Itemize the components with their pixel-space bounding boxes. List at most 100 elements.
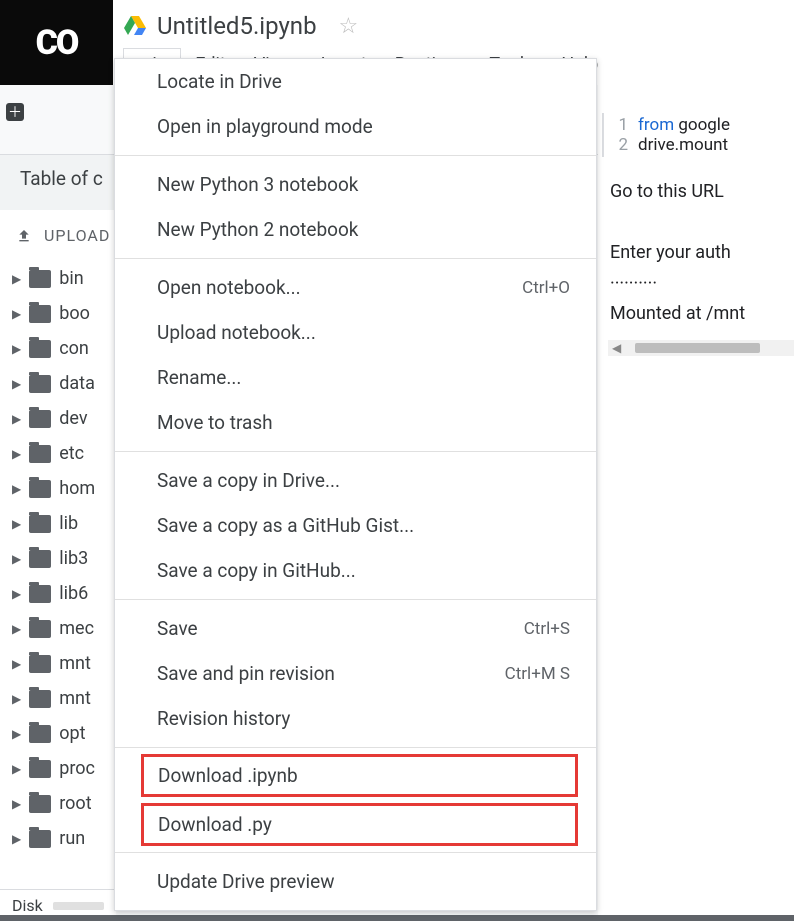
chevron-right-icon: ▶ xyxy=(12,587,21,601)
scrollbar-thumb[interactable] xyxy=(635,343,760,353)
tree-item[interactable]: ▶ mec xyxy=(12,611,116,646)
code-keyword: from xyxy=(638,115,674,135)
tree-label: dev xyxy=(59,408,87,429)
tree-label: hom xyxy=(59,478,95,499)
file-tree: ▶bin ▶boo ▶con ▶data ▶dev ▶etc ▶hom ▶lib… xyxy=(0,257,116,889)
toc-title: Table of c xyxy=(0,155,116,210)
tree-item[interactable]: ▶root xyxy=(12,786,116,821)
tree-label: bin xyxy=(59,268,83,289)
chevron-right-icon: ▶ xyxy=(12,272,21,286)
chevron-right-icon: ▶ xyxy=(12,692,21,706)
scroll-arrow-left-icon[interactable]: ◀ xyxy=(612,341,621,355)
folder-icon xyxy=(29,480,51,498)
folder-icon xyxy=(29,690,51,708)
menu-rename[interactable]: Rename... xyxy=(115,355,596,400)
output-line: Go to this URL xyxy=(610,181,728,202)
menu-download-py[interactable]: Download .py xyxy=(141,803,578,846)
tree-item[interactable]: ▶ data xyxy=(12,366,116,401)
menu-save-github[interactable]: Save a copy in GitHub... xyxy=(115,548,596,593)
folder-icon xyxy=(29,795,51,813)
menu-upload-notebook[interactable]: Upload notebook... xyxy=(115,310,596,355)
chevron-right-icon: ▶ xyxy=(12,797,21,811)
file-menu-dropdown: Locate in Drive Open in playground mode … xyxy=(114,58,597,911)
menu-separator xyxy=(115,747,596,748)
horizontal-scrollbar[interactable]: ◀ xyxy=(608,340,794,356)
tree-item[interactable]: ▶opt xyxy=(12,716,116,751)
shortcut-label: Ctrl+M S xyxy=(505,664,570,684)
menu-revision-history[interactable]: Revision history xyxy=(115,696,596,741)
menu-separator xyxy=(115,599,596,600)
tree-label: mnt xyxy=(59,653,91,674)
chevron-right-icon: ▶ xyxy=(12,482,21,496)
folder-icon xyxy=(29,270,51,288)
code-text: drive.mount xyxy=(638,135,728,155)
tree-item[interactable]: ▶mnt xyxy=(12,681,116,716)
tree-item[interactable]: ▶dev xyxy=(12,401,116,436)
tree-item[interactable]: ▶run xyxy=(12,821,116,856)
tree-item[interactable]: ▶ lib6 xyxy=(12,576,116,611)
chevron-right-icon: ▶ xyxy=(12,552,21,566)
chevron-right-icon: ▶ xyxy=(12,517,21,531)
colab-logo: CO xyxy=(0,0,113,85)
folder-icon xyxy=(29,550,51,568)
line-number: 2 xyxy=(616,135,638,155)
add-cell-icon[interactable]: ＋ xyxy=(6,103,24,121)
folder-icon xyxy=(29,375,51,393)
tree-label: mec xyxy=(59,618,94,639)
disk-bar xyxy=(53,902,104,910)
chevron-right-icon: ▶ xyxy=(12,727,21,741)
menu-update-drive-preview[interactable]: Update Drive preview xyxy=(115,859,596,904)
menu-download-ipynb[interactable]: Download .ipynb xyxy=(141,754,578,797)
shortcut-label: Ctrl+O xyxy=(522,278,570,298)
menu-save-gist[interactable]: Save a copy as a GitHub Gist... xyxy=(115,503,596,548)
menu-separator xyxy=(115,852,596,853)
folder-icon xyxy=(29,620,51,638)
tree-item[interactable]: ▶boo xyxy=(12,296,116,331)
folder-icon xyxy=(29,340,51,358)
tree-item[interactable]: ▶ bin xyxy=(12,261,116,296)
tree-item[interactable]: ▶ mnt xyxy=(12,646,116,681)
line-number: 1 xyxy=(616,115,638,135)
menu-open-playground[interactable]: Open in playground mode xyxy=(115,104,596,149)
folder-icon xyxy=(29,410,51,428)
folder-icon xyxy=(29,305,51,323)
menu-new-py2[interactable]: New Python 2 notebook xyxy=(115,207,596,252)
tree-item[interactable]: ▶proc xyxy=(12,751,116,786)
document-title[interactable]: Untitled5.ipynb xyxy=(157,12,317,40)
chevron-right-icon: ▶ xyxy=(12,832,21,846)
tree-item[interactable]: ▶ hom xyxy=(12,471,116,506)
chevron-right-icon: ▶ xyxy=(12,657,21,671)
disk-label: Disk xyxy=(12,896,43,915)
menu-locate-in-drive[interactable]: Locate in Drive xyxy=(115,59,596,104)
folder-icon xyxy=(29,830,51,848)
menu-save-pin[interactable]: Save and pin revisionCtrl+M S xyxy=(115,651,596,696)
tree-item[interactable]: ▶con xyxy=(12,331,116,366)
folder-icon xyxy=(29,655,51,673)
chevron-right-icon: ▶ xyxy=(12,342,21,356)
code-cell[interactable]: 1from google 2drive.mount xyxy=(608,115,794,155)
chevron-right-icon: ▶ xyxy=(12,377,21,391)
tree-item[interactable]: ▶lib xyxy=(12,506,116,541)
upload-button[interactable]: UPLOAD xyxy=(0,210,116,257)
menu-new-py3[interactable]: New Python 3 notebook xyxy=(115,162,596,207)
chevron-right-icon: ▶ xyxy=(12,622,21,636)
tree-label: data xyxy=(59,373,95,394)
chevron-right-icon: ▶ xyxy=(12,762,21,776)
folder-icon xyxy=(29,515,51,533)
tree-item[interactable]: ▶etc xyxy=(12,436,116,471)
menu-separator xyxy=(115,451,596,452)
tree-label: boo xyxy=(59,303,90,324)
menu-separator xyxy=(115,155,596,156)
output-line: Enter your auth xyxy=(610,242,731,263)
menu-save-copy-drive[interactable]: Save a copy in Drive... xyxy=(115,458,596,503)
upload-label: UPLOAD xyxy=(44,226,110,245)
star-icon[interactable]: ☆ xyxy=(339,14,359,39)
menu-move-to-trash[interactable]: Move to trash xyxy=(115,400,596,445)
menu-open-notebook[interactable]: Open notebook...Ctrl+O xyxy=(115,265,596,310)
bottom-bar xyxy=(0,915,794,921)
tree-item[interactable]: ▶lib3 xyxy=(12,541,116,576)
menu-save[interactable]: SaveCtrl+S xyxy=(115,606,596,651)
folder-icon xyxy=(29,445,51,463)
tree-label: lib6 xyxy=(59,583,88,604)
menu-separator xyxy=(115,258,596,259)
